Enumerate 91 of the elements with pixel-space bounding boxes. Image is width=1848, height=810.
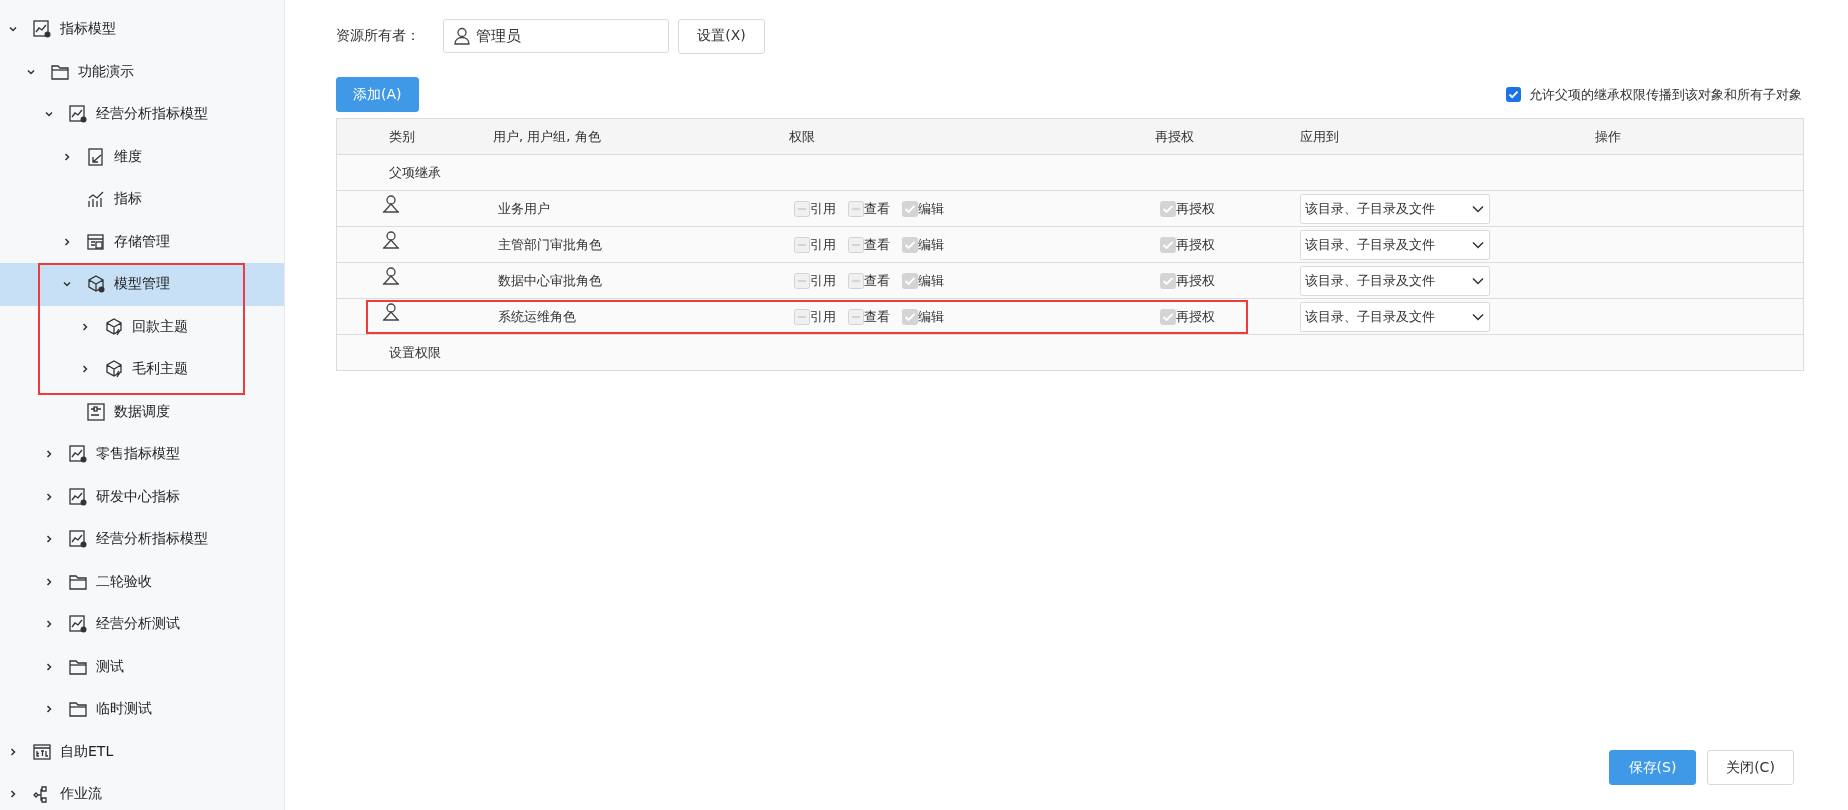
checkbox-label: 编辑 <box>918 307 944 326</box>
checkbox-label: 引用 <box>810 235 836 254</box>
checkbox-label: 再授权 <box>1176 307 1215 326</box>
column-header: 权限 <box>788 127 816 146</box>
chart-gear-icon <box>32 19 52 40</box>
tree-item[interactable]: 经营分析指标模型 <box>0 93 284 136</box>
column-header: 操作 <box>1594 127 1622 146</box>
owner-label: 资源所有者： <box>336 27 421 45</box>
tree-item[interactable]: 指标 <box>0 178 284 221</box>
checkbox-label: 查看 <box>864 307 890 326</box>
chevron-right-icon[interactable] <box>44 661 54 672</box>
role-name: 数据中心审批角色 <box>498 271 602 290</box>
section-title: 设置权限 <box>388 343 442 362</box>
tree-item[interactable]: 研发中心指标 <box>0 475 284 518</box>
checkbox-label: 编辑 <box>918 271 944 290</box>
role-icon <box>381 302 401 322</box>
role-name: 主管部门审批角色 <box>498 235 602 254</box>
checkbox-label: 再授权 <box>1176 271 1215 290</box>
cube-icon <box>104 316 124 337</box>
checkbox-label: 引用 <box>810 199 836 218</box>
set-owner-button[interactable]: 设置(X) <box>678 18 765 54</box>
tree-item[interactable]: 存储管理 <box>0 220 284 263</box>
owner-value: 管理员 <box>476 26 521 46</box>
storage-icon <box>86 231 106 252</box>
chevron-right-icon[interactable] <box>8 746 18 757</box>
dimension-icon <box>86 146 106 167</box>
folder-icon <box>68 699 88 720</box>
checkbox-label: 查看 <box>864 271 890 290</box>
role-icon <box>381 230 401 250</box>
role-name: 业务用户 <box>498 199 550 218</box>
tree-item[interactable]: 零售指标模型 <box>0 433 284 476</box>
chevron-right-icon[interactable] <box>44 534 54 545</box>
apply-to-select[interactable]: 该目录、子目录及文件 <box>1300 229 1490 260</box>
column-header: 再授权 <box>1154 127 1195 146</box>
bar-chart-icon <box>86 189 106 210</box>
chart-gear-icon <box>68 444 88 465</box>
section-title: 父项继承 <box>388 163 442 182</box>
role-name: 系统运维角色 <box>498 307 576 326</box>
checkbox-label: 编辑 <box>918 235 944 254</box>
chevron-right-icon[interactable] <box>80 321 90 332</box>
tree-item[interactable]: 自助ETL <box>0 730 284 773</box>
role-icon <box>381 266 401 286</box>
cube-icon <box>104 359 124 380</box>
checkbox-label: 允许父项的继承权限传播到该对象和所有子对象 <box>1529 85 1802 104</box>
checkbox-label: 引用 <box>810 307 836 326</box>
tree-item[interactable]: 二轮验收 <box>0 560 284 603</box>
checkbox-label: 再授权 <box>1176 199 1215 218</box>
user-icon <box>452 26 472 46</box>
checkbox-label: 引用 <box>810 271 836 290</box>
chevron-right-icon[interactable] <box>44 704 54 715</box>
tree-item[interactable]: 功能演示 <box>0 50 284 93</box>
tree-item[interactable]: 作业流 <box>0 773 284 810</box>
owner-field[interactable]: 管理员 <box>443 19 669 53</box>
checkbox[interactable] <box>1506 87 1521 102</box>
chevron-right-icon[interactable] <box>44 491 54 502</box>
apply-to-select[interactable]: 该目录、子目录及文件 <box>1300 193 1490 224</box>
apply-to-select[interactable]: 该目录、子目录及文件 <box>1300 301 1490 332</box>
column-header: 类别 <box>388 127 416 146</box>
chevron-right-icon[interactable] <box>44 576 54 587</box>
tree-item[interactable]: 测试 <box>0 645 284 688</box>
close-button[interactable]: 关闭(C) <box>1707 750 1794 785</box>
chevron-right-icon[interactable] <box>62 151 72 162</box>
role-icon <box>381 194 401 214</box>
checkbox-label: 编辑 <box>918 199 944 218</box>
chevron-right-icon[interactable] <box>44 449 54 460</box>
chevron-right-icon[interactable] <box>62 236 72 247</box>
tree-item[interactable]: 毛利主题 <box>0 348 284 391</box>
chart-gear-icon <box>68 104 88 125</box>
tree-item[interactable]: 数据调度 <box>0 390 284 433</box>
tree-item[interactable]: 指标模型 <box>0 8 284 51</box>
chevron-right-icon[interactable] <box>80 364 90 375</box>
chart-gear-icon <box>68 486 88 507</box>
checkbox-label: 查看 <box>864 235 890 254</box>
checkbox-label: 查看 <box>864 199 890 218</box>
tree-item[interactable]: 经营分析测试 <box>0 603 284 646</box>
cube-gear-icon <box>86 274 106 295</box>
chevron-right-icon[interactable] <box>8 789 18 800</box>
tree-item[interactable]: 回款主题 <box>0 305 284 348</box>
tree-item[interactable]: 模型管理 <box>0 263 284 306</box>
chart-gear-icon <box>68 614 88 635</box>
etl-icon <box>32 741 52 762</box>
chart-gear-icon <box>68 529 88 550</box>
schedule-icon <box>86 401 106 422</box>
column-header: 应用到 <box>1299 127 1340 146</box>
apply-to-select[interactable]: 该目录、子目录及文件 <box>1300 265 1490 296</box>
tree-item[interactable]: 维度 <box>0 135 284 178</box>
tree-item[interactable]: 经营分析指标模型 <box>0 518 284 561</box>
tree-item[interactable]: 临时测试 <box>0 688 284 731</box>
checkbox-label: 再授权 <box>1176 235 1215 254</box>
chevron-right-icon[interactable] <box>44 619 54 630</box>
column-header: 用户, 用户组, 角色 <box>493 127 602 146</box>
